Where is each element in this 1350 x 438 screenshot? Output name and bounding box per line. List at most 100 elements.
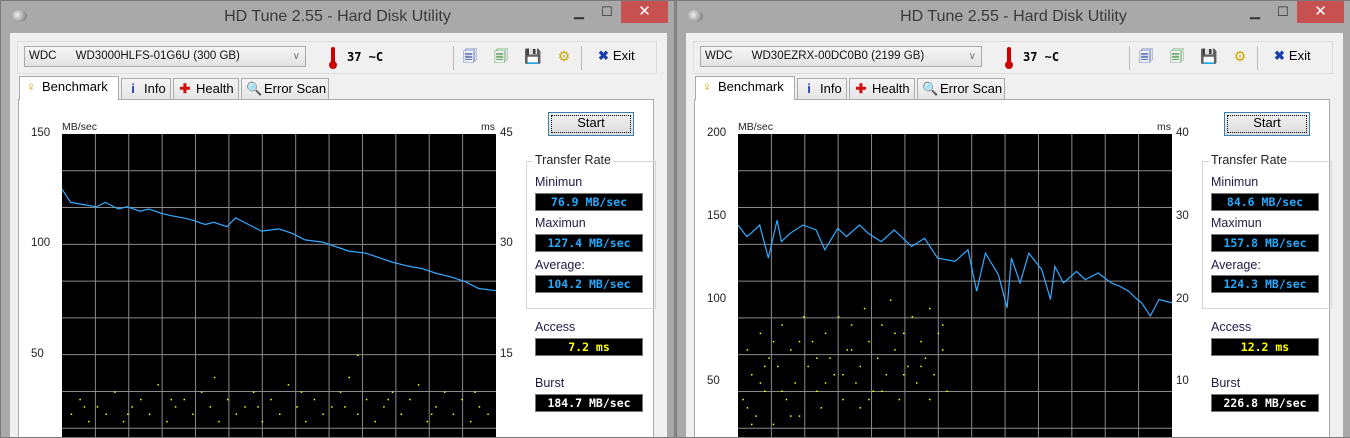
access-time-point: [855, 382, 857, 384]
access-time-point: [850, 324, 853, 326]
access-time-point: [287, 384, 290, 386]
access-time-point: [928, 307, 931, 310]
access-time-point: [213, 376, 216, 379]
access-time-point: [816, 390, 818, 393]
close-button[interactable]: ✕: [1297, 1, 1344, 23]
maximize-button[interactable]: ☐: [1270, 1, 1296, 23]
access-time-point: [933, 373, 935, 376]
exit-label: Exit: [1288, 48, 1311, 63]
access-time-point: [270, 398, 272, 401]
tab-label: Error Scan: [264, 81, 327, 96]
y-tick-label: 100: [31, 237, 51, 250]
access-time-point: [174, 406, 177, 408]
access-time-point: [768, 357, 770, 359]
access-time-point: [881, 324, 883, 326]
access-time-point: [746, 407, 749, 409]
copy-text-icon[interactable]: 🗐: [1138, 48, 1154, 65]
drive-select-value: WDC WD30EZRX-00DC0B0 (2199 GB): [705, 50, 925, 62]
access-time-point: [751, 423, 753, 426]
health-cross-icon: ✚: [855, 81, 867, 96]
y-tick-label: 50: [31, 347, 44, 360]
y-tick-label: 200: [707, 127, 727, 139]
copy-screenshot-icon[interactable]: 🗐: [1169, 48, 1185, 65]
tab-benchmark[interactable]: ♀ Benchmark: [19, 76, 119, 100]
maximum-label: Maximun: [1211, 216, 1262, 230]
access-time-point: [183, 398, 186, 401]
y2-tick-label: 20: [1176, 292, 1189, 305]
access-time-point: [894, 332, 896, 335]
client-area: WDC WD30EZRX-00DC0B0 (2199 GB) ∨ 37 ~C 🗐 …: [686, 33, 1343, 437]
transfer-rate-title: Transfer Rate: [533, 153, 613, 167]
access-time-point: [798, 415, 801, 417]
access-time-point: [850, 349, 853, 351]
access-time-point: [114, 391, 116, 393]
access-time-point: [889, 299, 892, 301]
access-time-point: [859, 365, 862, 368]
magnifier-icon: 🔍: [922, 81, 939, 96]
access-time-point: [846, 349, 848, 351]
drive-select[interactable]: WDC WD30EZRX-00DC0B0 (2199 GB) ∨: [700, 46, 982, 67]
maximum-label: Maximun: [535, 216, 586, 230]
save-icon[interactable]: 💾: [524, 48, 541, 65]
options-icon[interactable]: ⚙: [556, 48, 572, 65]
tab-label: Health: [872, 81, 910, 96]
exit-button[interactable]: ✖ Exit: [598, 48, 635, 64]
copy-screenshot-icon[interactable]: 🗐: [493, 48, 509, 65]
tab-error-scan[interactable]: 🔍 Error Scan: [917, 78, 1005, 100]
start-button[interactable]: Start: [548, 112, 634, 136]
chart-background: [738, 134, 1172, 437]
access-time-point: [443, 391, 446, 393]
tab-health[interactable]: ✚ Health: [849, 78, 915, 100]
minimize-button[interactable]: ▁: [566, 1, 592, 23]
tab-benchmark[interactable]: ♀ Benchmark: [695, 76, 795, 100]
options-icon[interactable]: ⚙: [1232, 48, 1248, 65]
access-time-point: [387, 398, 389, 401]
access-time-point: [426, 420, 429, 423]
benchmark-page: MB/sec ms Start Transfer Rate Minimun 84…: [694, 99, 1332, 437]
exit-button[interactable]: ✖ Exit: [1274, 48, 1311, 64]
access-label: Access: [1211, 320, 1252, 334]
tab-label: Benchmark: [42, 79, 108, 94]
access-time-point: [300, 391, 303, 393]
access-time-point: [816, 357, 818, 359]
close-button[interactable]: ✕: [621, 1, 668, 23]
save-icon[interactable]: 💾: [1200, 48, 1217, 65]
tab-error-scan[interactable]: 🔍 Error Scan: [241, 78, 329, 100]
start-button[interactable]: Start: [1224, 112, 1310, 136]
drive-select[interactable]: WDC WD3000HLFS-01G6U (300 GB) ∨: [24, 46, 306, 67]
access-time-point: [170, 398, 172, 401]
maximize-button[interactable]: ☐: [594, 1, 620, 23]
access-time-point: [374, 420, 376, 423]
minimize-button[interactable]: ▁: [1242, 1, 1268, 23]
benchmark-chart: [738, 134, 1172, 437]
copy-text-icon[interactable]: 🗐: [462, 48, 478, 65]
tab-health[interactable]: ✚ Health: [173, 78, 239, 100]
access-time-point: [811, 340, 814, 343]
access-time-point: [759, 382, 762, 384]
tab-info[interactable]: i Info: [121, 78, 171, 100]
access-time-point: [105, 413, 107, 416]
y2-tick-label: 10: [1176, 375, 1189, 388]
exit-icon: ✖: [1274, 48, 1285, 63]
y-tick-label: 150: [707, 209, 727, 222]
access-time-point: [946, 390, 948, 393]
toolbar-divider: [1257, 46, 1258, 70]
access-time-point: [924, 357, 927, 359]
access-time-point: [122, 420, 125, 423]
access-time-point: [885, 373, 888, 376]
access-time-point: [296, 406, 298, 408]
access-time-point: [794, 382, 796, 384]
access-time-point: [474, 391, 476, 393]
y2-tick-label: 15: [500, 347, 513, 360]
access-time-point: [348, 376, 350, 379]
y-tick-label: 150: [31, 127, 51, 139]
tab-info[interactable]: i Info: [797, 78, 847, 100]
access-time-point: [755, 415, 757, 417]
average-label: Average:: [1211, 258, 1261, 272]
access-time-point: [941, 349, 944, 351]
hdtune-window: HD Tune 2.55 - Hard Disk Utility ▁ ☐ ✕ W…: [676, 0, 1350, 438]
access-time-point: [487, 413, 489, 416]
access-time-point: [244, 406, 246, 408]
tab-label: Info: [144, 81, 166, 96]
benchmark-page: MB/sec ms Start Transfer Rate Minimun 76…: [18, 99, 656, 437]
